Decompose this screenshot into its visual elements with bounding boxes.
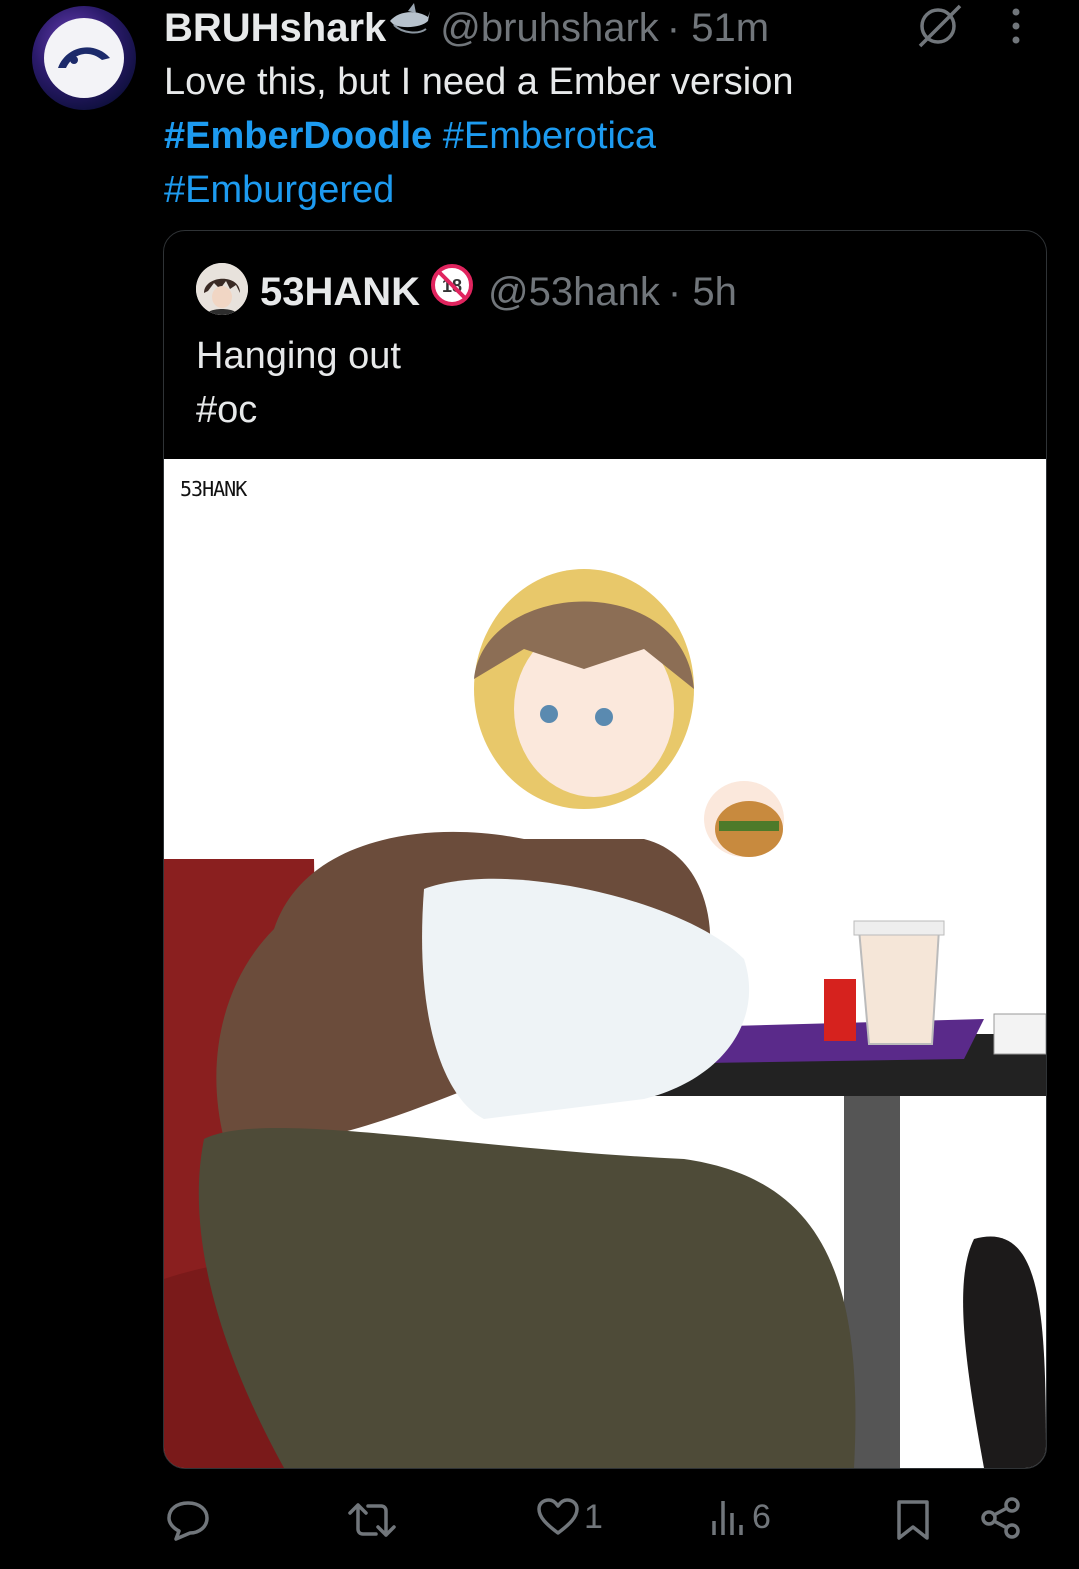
author-line: BRUHshark @bruhshark · 51m — [164, 3, 769, 53]
quote-time[interactable]: · 5h — [668, 266, 737, 318]
reply-button[interactable] — [166, 1499, 210, 1541]
tweet-text: Love this, but I need a Ember version #E… — [164, 55, 1044, 217]
views-count: 6 — [752, 1497, 771, 1536]
quote-author-avatar[interactable] — [196, 263, 248, 315]
author-handle[interactable]: @bruhshark — [440, 5, 658, 51]
share-button[interactable] — [980, 1497, 1022, 1539]
quote-text: Hanging out #oc — [196, 329, 401, 437]
like-button[interactable]: 1 — [536, 1497, 603, 1537]
quote-author-name[interactable]: 53HANK — [260, 266, 420, 318]
grok-icon[interactable] — [916, 4, 964, 53]
hashtag-link[interactable]: #Emburgered — [164, 169, 394, 211]
illustration — [164, 569, 1046, 1468]
hashtag-link[interactable]: #EmberDoodle — [164, 115, 432, 157]
like-count: 1 — [584, 1497, 603, 1536]
quote-hashtag: #oc — [196, 389, 258, 431]
quote-author-line: 53HANK 18 @53hank · 5h — [260, 263, 737, 320]
artist-signature: 53HANK — [180, 477, 247, 501]
tweet-actions-bar: 1 6 — [0, 1497, 1079, 1547]
quote-media-image[interactable]: 53HANK — [164, 459, 1046, 1468]
tweet-time[interactable]: · 51m — [667, 5, 769, 51]
more-icon[interactable] — [1010, 6, 1022, 51]
bookmark-button[interactable] — [896, 1499, 930, 1541]
like-icon — [536, 1497, 580, 1537]
avatar-logo — [44, 18, 124, 98]
author-avatar[interactable] — [32, 6, 136, 110]
quote-author-handle[interactable]: @53hank — [488, 266, 660, 318]
quote-body: Hanging out — [196, 335, 401, 377]
views-button[interactable]: 6 — [710, 1497, 771, 1537]
share-icon — [980, 1497, 1022, 1539]
hashtag-link[interactable]: #Emberotica — [443, 115, 656, 157]
retweet-icon — [348, 1501, 396, 1539]
shark-emoji-icon — [388, 3, 432, 53]
author-name[interactable]: BRUHshark — [164, 5, 386, 51]
adult-badge-icon: 18 — [430, 263, 474, 320]
bookmark-icon — [896, 1499, 930, 1541]
tweet-body: Love this, but I need a Ember version — [164, 61, 794, 103]
retweet-button[interactable] — [348, 1501, 396, 1539]
reply-icon — [166, 1499, 210, 1541]
quoted-tweet-card[interactable]: 53HANK 18 @53hank · 5h Hanging out #oc 5… — [163, 230, 1047, 1469]
views-icon — [710, 1497, 746, 1537]
